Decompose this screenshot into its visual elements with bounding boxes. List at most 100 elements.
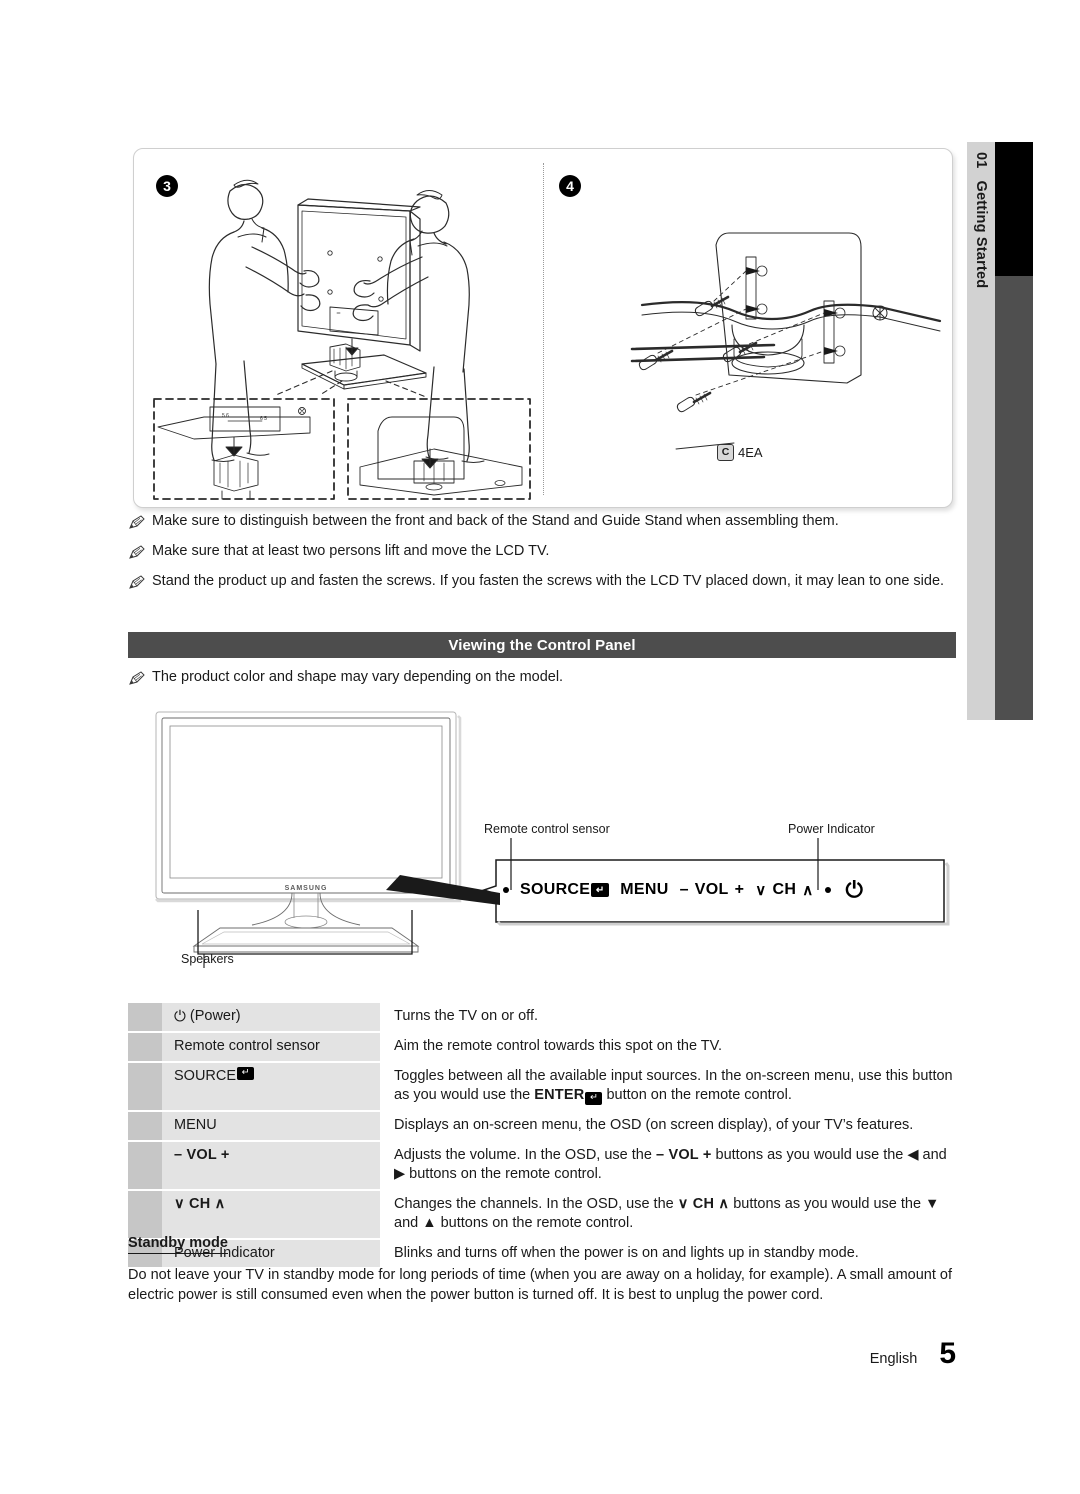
row-stub [128,1003,162,1032]
side-tab-label: Getting Started [973,180,989,289]
side-tab-getting-started: 01 Getting Started [967,142,995,720]
control-panel-table: ⏻ (Power) Turns the TV on or off. Remote… [128,1003,956,1269]
row-label: Remote control sensor [162,1033,380,1061]
row-label: – VOL + [162,1141,380,1189]
enter-icon: ↵ [591,883,610,897]
desc-part-1: Adjusts the volume. In the OSD, use the [394,1146,656,1163]
section-header-viewing-control-panel: Viewing the Control Panel [128,632,956,658]
side-bar-gray [995,276,1033,720]
tv-control-panel-diagram: SAMSUNG Remote control sensor Power Indi… [128,700,956,980]
row-label: SOURCE ↵ [162,1062,380,1110]
footer-language: English [869,1351,918,1367]
desc-key: – VOL + [655,1146,712,1163]
standby-mode-body: Do not leave your TV in standby mode for… [128,1267,952,1304]
row-label: ⏻ (Power) [162,1003,380,1032]
note-item: Make sure to distinguish between the fro… [128,512,956,531]
row-description: Changes the channels. In the OSD, use th… [380,1191,956,1238]
part-chip-c: C [717,444,734,461]
panel-vol-minus: – [679,881,689,898]
remote-sensor-label: Remote control sensor [484,822,610,836]
side-tab-number: 01 [973,152,989,169]
panel-vol-control[interactable]: – VOL + [680,881,745,899]
row-description: Toggles between all the available input … [380,1063,956,1110]
section-note: The product color and shape may vary dep… [128,668,956,687]
desc-part-1: Changes the channels. In the OSD, use th… [394,1195,678,1212]
footer-page-number: 5 [939,1337,956,1370]
speakers-label: Speakers [181,952,234,966]
row-label-text: SOURCE [174,1067,237,1084]
note-pencil-icon [129,575,145,590]
table-row: ∨ CH ∧ Changes the channels. In the OSD,… [128,1190,956,1238]
note-item: Make sure that at least two persons lift… [128,542,956,561]
bottom-view-label: Bottom View [398,507,468,508]
panel-source-button[interactable]: SOURCE ↵ [520,881,610,899]
row-label-text: Remote control sensor [174,1038,320,1055]
row-label: MENU [162,1111,380,1140]
table-row: SOURCE ↵ Toggles between all the availab… [128,1062,956,1110]
desc-key: ENTER [534,1087,585,1104]
table-row: ⏻ (Power) Turns the TV on or off. [128,1003,956,1032]
panel-vol-plus: + [734,881,745,898]
panel-vol-label: VOL [694,881,729,898]
enter-icon: ↵ [237,1066,255,1080]
side-bar-black [995,142,1033,276]
row-label-text: (Power) [189,1008,241,1024]
panel-ch-control[interactable]: ∨ CH ∧ [755,881,813,899]
svg-text:6 5: 6 5 [260,416,267,422]
chevron-down-icon: ∨ [755,882,767,899]
tv-brand-text: SAMSUNG [285,885,328,892]
row-label-text: ∨ CH ∧ [174,1195,226,1212]
row-stub [128,1033,162,1061]
row-stub [128,1062,162,1110]
row-description: Adjusts the volume. In the OSD, use the … [380,1142,956,1189]
row-label: ∨ CH ∧ [162,1190,380,1238]
assembly-illustration-graphic: 5 6 6 5 [153,179,942,500]
table-row: – VOL + Adjusts the volume. In the OSD, … [128,1141,956,1189]
step-4-badge: 4 [559,175,581,197]
note-text: Make sure that at least two persons lift… [152,543,550,560]
part-c-quantity-label: C 4EA [717,444,763,461]
row-description: Displays an on-screen menu, the OSD (on … [394,1116,914,1133]
note-item: Stand the product up and fasten the scre… [128,572,956,591]
note-pencil-icon [129,545,145,559]
row-stub [128,1141,162,1189]
section-title: Viewing the Control Panel [448,636,636,654]
panel-menu-button[interactable]: MENU [620,881,668,899]
standby-mode-heading: Standby mode [128,1235,228,1254]
desc-part-2: button on the remote control. [602,1087,792,1104]
table-row: Remote control sensor Aim the remote con… [128,1033,956,1061]
row-stub [128,1111,162,1140]
note-text: Make sure to distinguish between the fro… [152,513,839,529]
row-description: Aim the remote control towards this spot… [394,1038,723,1055]
row-label-text: MENU [174,1116,217,1133]
page-footer: English 5 [870,1337,956,1371]
control-panel-buttons-row: SOURCE ↵ MENU – VOL + ∨ CH ∧ ⏻ [503,868,943,912]
power-icon: ⏻ [174,1008,186,1025]
note-text: Stand the product up and fasten the scre… [152,573,945,590]
assembly-notes-list: Make sure to distinguish between the fro… [128,512,956,602]
row-label-text: – VOL + [174,1146,230,1163]
panel-source-label: SOURCE [520,881,591,898]
row-stub [128,1190,162,1238]
chevron-up-icon: ∧ [802,882,814,899]
enter-icon: ↵ [585,1092,603,1106]
power-icon[interactable]: ⏻ [846,877,864,903]
part-qty-text: 4EA [738,445,763,460]
assembly-illustration-panel: 5 6 6 5 3 4 C 4EA [133,148,953,508]
power-indicator-label: Power Indicator [788,822,875,836]
desc-key: ∨ CH ∧ [677,1195,730,1212]
note-pencil-icon [129,671,145,685]
table-row: MENU Displays an on-screen menu, the OSD… [128,1111,956,1140]
row-description: Turns the TV on or off. [394,1008,539,1024]
step-3-badge: 3 [156,175,178,197]
power-indicator-dot-icon [824,887,831,893]
note-pencil-icon [129,515,145,529]
tv-diagram-graphic: SAMSUNG [155,711,950,968]
table-row: Power Indicator Blinks and turns off whe… [128,1239,956,1268]
section-note-text: The product color and shape may vary dep… [152,669,564,685]
svg-text:5 6: 5 6 [222,413,229,419]
panel-ch-label: CH [772,881,797,898]
row-description: Blinks and turns off when the power is o… [394,1244,859,1261]
side-tab-text: 01 Getting Started [967,142,995,720]
remote-sensor-dot-icon [503,887,509,893]
